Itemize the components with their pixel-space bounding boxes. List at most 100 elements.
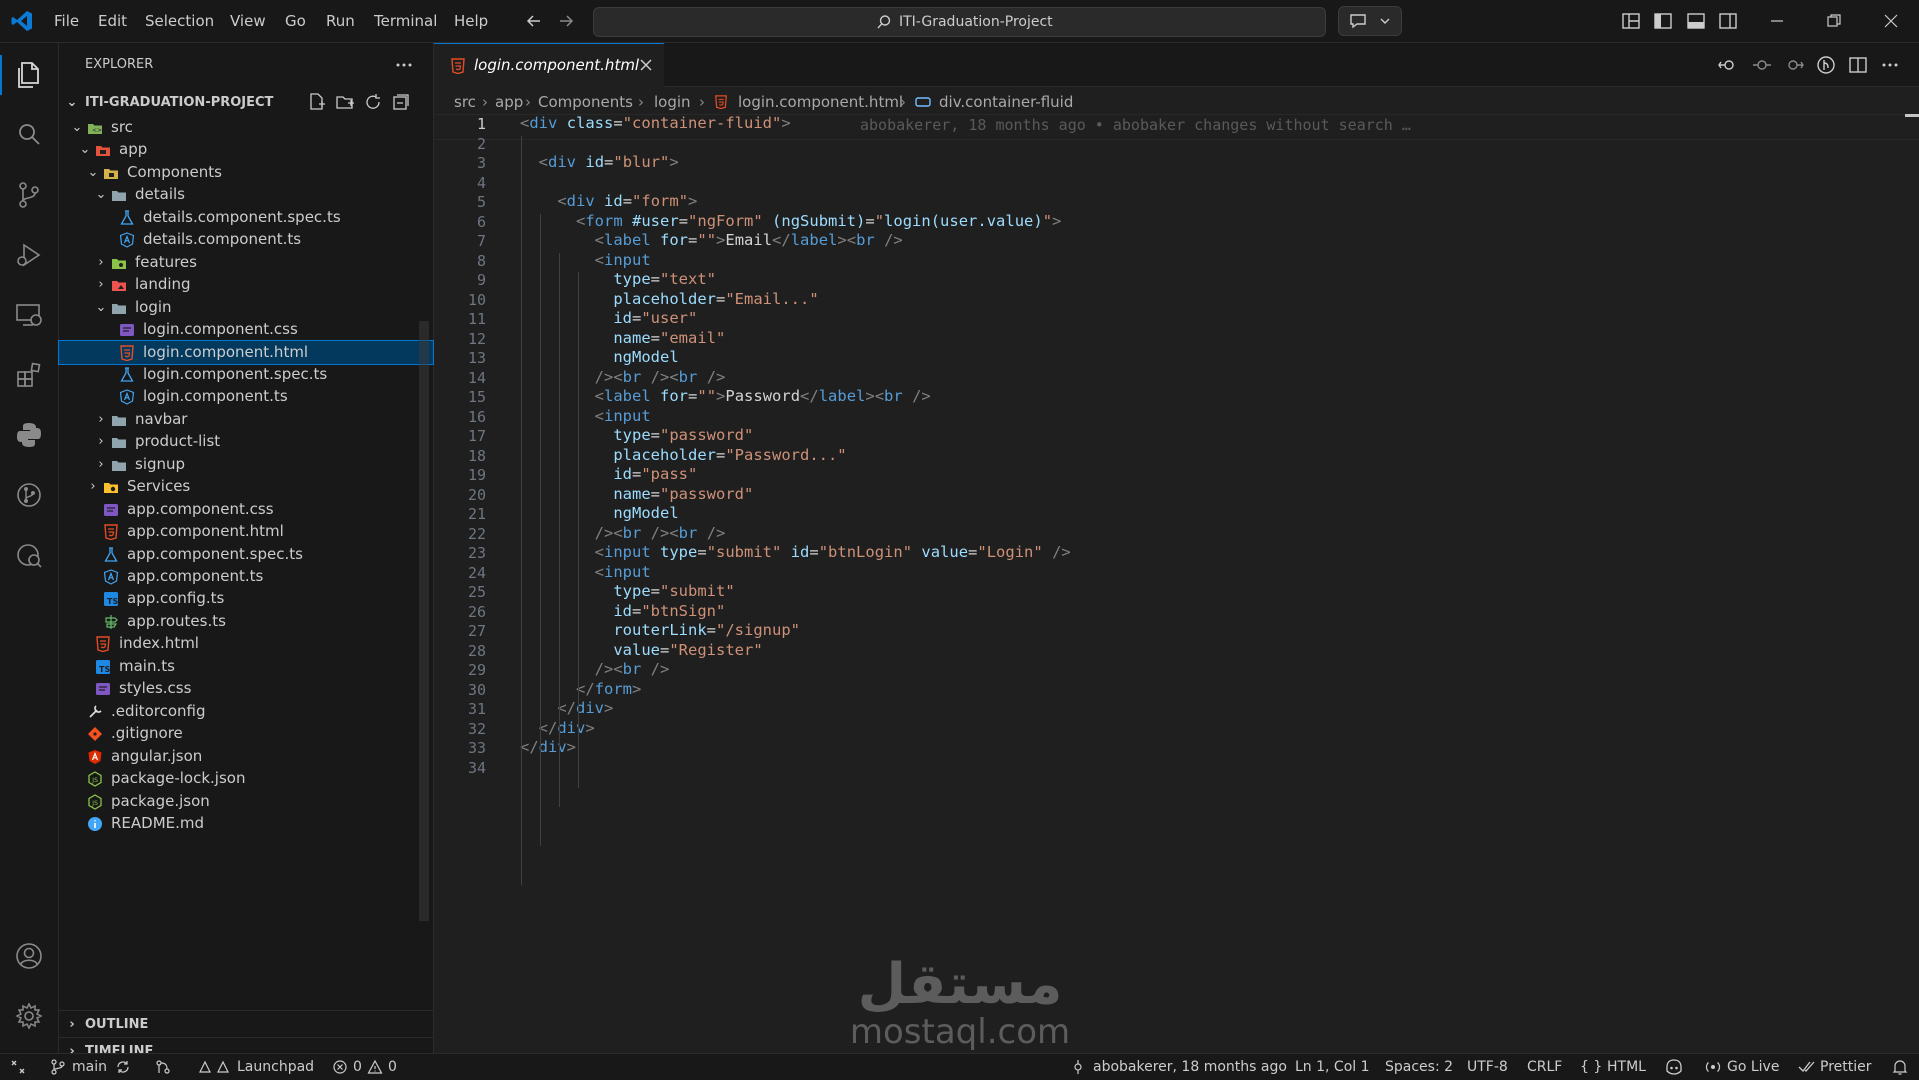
breadcrumb-symbol[interactable]: div.container-fluid [939, 93, 1073, 111]
gitlens-compare-icon[interactable] [1816, 55, 1836, 75]
new-folder-icon[interactable] [335, 92, 355, 112]
tree-file-app-component-ts[interactable]: app.component.ts [59, 565, 433, 588]
menu-edit[interactable]: Edit [98, 12, 127, 30]
toggle-panel-icon[interactable] [1685, 10, 1707, 32]
breadcrumb-src[interactable]: src [454, 93, 476, 111]
tree-file-details-component-ts[interactable]: details.component.ts [59, 228, 433, 251]
warning-count[interactable]: 0 [388, 1059, 397, 1075]
cursor-position[interactable]: Ln 1, Col 1 [1295, 1059, 1370, 1075]
tree-folder-login[interactable]: ⌄ login [59, 296, 433, 319]
encoding[interactable]: UTF-8 [1467, 1059, 1508, 1075]
status-blame[interactable]: abobakerer, 18 months ago [1093, 1059, 1287, 1075]
customize-layout-icon[interactable] [1620, 10, 1642, 32]
menu-go[interactable]: Go [285, 12, 306, 30]
tab-login-component-html[interactable]: login.component.html [434, 43, 664, 88]
tree-file-login-component-spec-ts[interactable]: login.component.spec.ts [59, 363, 433, 386]
tree-file-login-component-ts[interactable]: login.component.ts [59, 385, 433, 408]
breadcrumb-login[interactable]: login [654, 93, 691, 111]
search-icon[interactable] [13, 119, 45, 151]
refresh-icon[interactable] [363, 92, 383, 112]
tree-folder-details[interactable]: ⌄ details [59, 183, 433, 206]
git-graph-icon[interactable] [155, 1059, 171, 1075]
tree-folder-signup[interactable]: › signup [59, 453, 433, 476]
command-center-search[interactable]: ITI-Graduation-Project [593, 7, 1326, 37]
split-editor-icon[interactable] [1848, 55, 1868, 75]
minimize-icon[interactable] [1766, 10, 1788, 32]
tree-file-app-routes-ts[interactable]: app.routes.ts [59, 610, 433, 633]
tree-file-index-html[interactable]: index.html [59, 632, 433, 655]
tree-folder-landing[interactable]: › landing [59, 273, 433, 296]
menu-view[interactable]: View [230, 12, 266, 30]
tree-file-main-ts[interactable]: TS main.ts [59, 655, 433, 678]
explorer-files-icon[interactable] [13, 59, 45, 91]
tree-file-app-component-css[interactable]: app.component.css [59, 498, 433, 521]
tree-file-package-lock-json[interactable]: JS package-lock.json [59, 767, 433, 790]
language-mode[interactable]: HTML [1607, 1059, 1646, 1075]
breadcrumb-file[interactable]: login.component.html [738, 93, 903, 111]
tree-folder-features[interactable]: › features [59, 251, 433, 274]
prettier[interactable]: Prettier [1820, 1059, 1872, 1075]
close-window-icon[interactable] [1880, 10, 1902, 32]
tree-file-app-config-ts[interactable]: TS app.config.ts [59, 587, 433, 610]
new-file-icon[interactable] [307, 92, 327, 112]
tree-file-app-component-spec-ts[interactable]: app.component.spec.ts [59, 543, 433, 566]
tree-file-angular-json[interactable]: angular.json [59, 745, 433, 768]
tree-file-login-component-html[interactable]: login.component.html [58, 339, 434, 365]
close-tab-icon[interactable] [638, 57, 654, 73]
tree-folder-navbar[interactable]: › navbar [59, 408, 433, 431]
toggle-primary-sidebar-icon[interactable] [1652, 10, 1674, 32]
notifications-bell-icon[interactable] [1892, 1058, 1908, 1076]
account-icon[interactable] [13, 940, 45, 972]
run-debug-icon[interactable] [13, 239, 45, 271]
sidebar-scrollbar[interactable] [419, 321, 429, 921]
go-live[interactable]: Go Live [1727, 1059, 1779, 1075]
more-editor-actions-icon[interactable] [1880, 55, 1900, 75]
settings-gear-icon[interactable] [13, 1000, 45, 1032]
tree-folder-product-list[interactable]: › product-list [59, 430, 433, 453]
end-of-line[interactable]: CRLF [1527, 1059, 1562, 1075]
collapse-all-icon[interactable] [391, 92, 411, 112]
next-change-icon[interactable] [1784, 55, 1804, 75]
tree-folder-app[interactable]: ⌄ app [59, 138, 433, 161]
indentation[interactable]: Spaces: 2 [1385, 1059, 1453, 1075]
gitlens-icon[interactable] [13, 479, 45, 511]
menu-terminal[interactable]: Terminal [374, 12, 437, 30]
more-actions-icon[interactable] [394, 55, 414, 75]
tree-folder-services[interactable]: › Services [59, 475, 433, 498]
tree-file-styles-css[interactable]: styles.css [59, 677, 433, 700]
tree-file-readme-md[interactable]: README.md [59, 812, 433, 835]
sync-icon[interactable] [115, 1059, 131, 1075]
menu-file[interactable]: File [54, 12, 79, 30]
outline-section[interactable]: › OUTLINE [59, 1010, 433, 1038]
tree-file-login-component-css[interactable]: login.component.css [59, 318, 433, 341]
git-branch[interactable]: main [72, 1059, 107, 1075]
remote-explorer-icon[interactable] [13, 299, 45, 331]
error-count[interactable]: 0 [353, 1059, 362, 1075]
restore-icon[interactable] [1823, 10, 1845, 32]
timeline-commit-icon[interactable] [1752, 55, 1772, 75]
menu-help[interactable]: Help [454, 12, 488, 30]
remote-indicator-icon[interactable] [10, 1059, 26, 1075]
menu-run[interactable]: Run [326, 12, 355, 30]
tree-folder-components[interactable]: ⌄ Components [59, 161, 433, 184]
tree-file-editorconfig[interactable]: .editorconfig [59, 700, 433, 723]
tree-file-gitignore[interactable]: .gitignore [59, 722, 433, 745]
source-control-icon[interactable] [13, 179, 45, 211]
tree-file-package-json[interactable]: JS package.json [59, 790, 433, 813]
tree-file-app-component-html[interactable]: app.component.html [59, 520, 433, 543]
tree-folder-src[interactable]: ⌄ <> src [59, 116, 433, 139]
breadcrumb-components[interactable]: Components [538, 93, 633, 111]
copilot-status-icon[interactable] [1664, 1058, 1684, 1076]
extensions-icon[interactable] [13, 359, 45, 391]
forward-arrow-icon[interactable] [555, 10, 577, 32]
menu-selection[interactable]: Selection [145, 12, 214, 30]
tree-file-details-component-spec-ts[interactable]: details.component.spec.ts [59, 206, 433, 229]
back-arrow-icon[interactable] [523, 10, 545, 32]
breadcrumb-app[interactable]: app [495, 93, 523, 111]
open-changes-icon[interactable] [1718, 55, 1738, 75]
toggle-secondary-sidebar-icon[interactable] [1717, 10, 1739, 32]
copilot-button[interactable] [1338, 6, 1402, 36]
launchpad[interactable]: Launchpad [237, 1059, 314, 1075]
gitlens-inspect-icon[interactable] [13, 539, 45, 571]
python-icon[interactable] [13, 419, 45, 451]
